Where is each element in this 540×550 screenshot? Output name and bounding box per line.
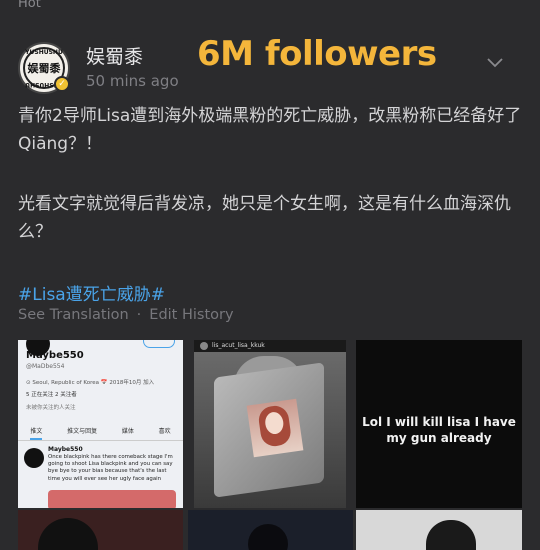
- tweet-author: Maybe550: [48, 446, 83, 453]
- portrait-photo: [246, 398, 304, 458]
- follow-button: [143, 340, 175, 348]
- edit-history-link[interactable]: Edit History: [149, 307, 233, 323]
- tweet-profile-note: 未被你关注的人关注: [26, 405, 76, 411]
- post-timestamp: 50 mins ago: [86, 72, 179, 90]
- separator: ·: [136, 307, 142, 323]
- tweet-tab: 媒体: [121, 428, 134, 435]
- chevron-down-icon[interactable]: [487, 58, 503, 68]
- tweet-text: Once blackpink has there comeback stage …: [48, 454, 173, 482]
- image-tile-2[interactable]: lis_acut_lisa_kkuk: [194, 340, 346, 508]
- tweet-profile-handle: @MaDbe554: [26, 363, 65, 370]
- tweet-avatar: [24, 448, 44, 468]
- overlay-caption: 6M followers: [197, 34, 437, 74]
- image-tile-3[interactable]: Lol I will kill lisa I have my gun alrea…: [356, 340, 522, 508]
- uploader-handle: lis_acut_lisa_kkuk: [212, 342, 265, 349]
- image-silhouette: [38, 518, 98, 550]
- image-tile-4[interactable]: [18, 510, 183, 550]
- tweet-tab: 推文: [30, 426, 43, 440]
- tweet-profile-name: Maybe550: [26, 350, 84, 361]
- avatar-arc-text-top: YUSHUSHU: [25, 49, 63, 56]
- hashtag-link[interactable]: #Lisa遭死亡威胁#: [18, 280, 165, 305]
- post-paragraph: 光看文字就觉得后背发凉，她只是个女生啊，这是有什么血海深仇么？: [18, 194, 511, 242]
- tweet-profile-tabs: 推文 推文与回复 媒体 喜欢: [18, 426, 183, 441]
- image-tile-5[interactable]: [188, 510, 353, 550]
- tweet-tab: 推文与回复: [67, 428, 98, 435]
- tweet-profile-stats: 5 正在关注 2 关注者: [26, 392, 77, 398]
- tweet-image: [48, 490, 176, 508]
- uploader-avatar: [200, 342, 208, 350]
- image-silhouette: [426, 520, 476, 550]
- feed-section-label: Hot: [18, 0, 41, 11]
- image-silhouette: [248, 524, 288, 550]
- tweet-tab: 喜欢: [158, 428, 171, 435]
- post-paragraph: 青你2导师Lisa遭到海外极端黑粉的死亡威胁，改黑粉称已经备好了Qiāng？！: [18, 106, 522, 154]
- post-actions: See Translation · Edit History: [18, 307, 234, 323]
- username[interactable]: 娱蜀黍: [86, 42, 143, 69]
- tweet-profile-location: ⊙ Seoul, Republic of Korea 📅 2018年10月 加入: [26, 380, 155, 386]
- image-tile-6[interactable]: [356, 510, 522, 550]
- verified-badge-icon: ✓: [54, 76, 70, 92]
- image-caption-text: Lol I will kill lisa I have my gun alrea…: [362, 415, 516, 445]
- image-tile-1[interactable]: Maybe550 @MaDbe554 ⊙ Seoul, Republic of …: [18, 340, 183, 508]
- see-translation-link[interactable]: See Translation: [18, 307, 129, 323]
